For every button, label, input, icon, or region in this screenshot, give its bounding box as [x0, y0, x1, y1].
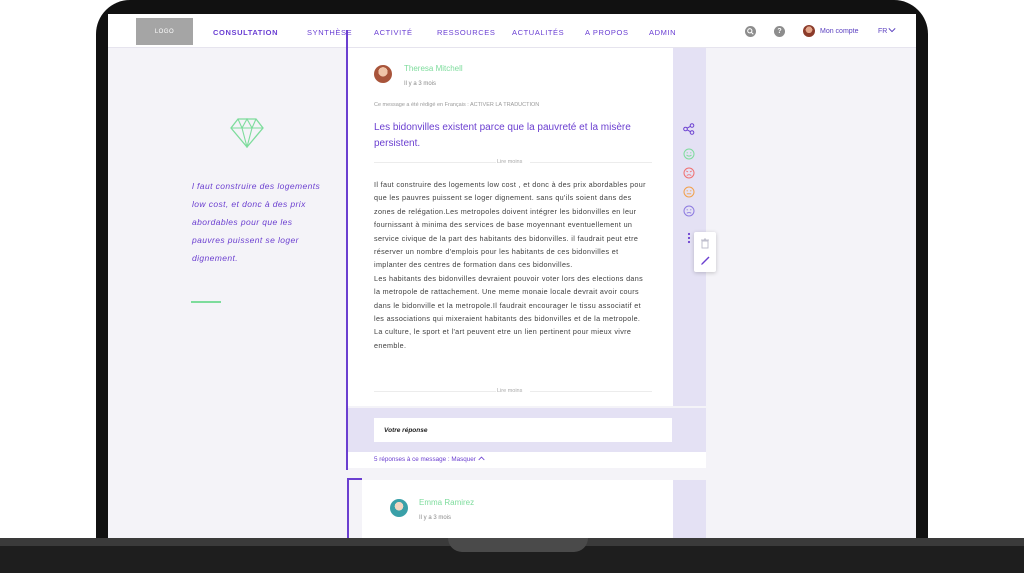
message-paragraph: Il faut construire des logements low cos… — [374, 180, 646, 270]
reply-input[interactable]: Votre réponse — [374, 418, 672, 442]
smile-green-icon[interactable] — [683, 148, 695, 160]
chevron-up-icon[interactable] — [478, 456, 485, 461]
replies-toggle[interactable]: 5 réponses à ce message : Masquer — [374, 456, 485, 463]
read-less-link[interactable]: Lire moins — [497, 388, 522, 394]
message-paragraph: Les habitants des bidonvilles devraient … — [374, 273, 644, 324]
message-body: Il faut construire des logements low cos… — [374, 178, 650, 352]
nav-activite[interactable]: ACTIVITÉ — [374, 28, 413, 37]
message-actions-panel — [673, 48, 706, 406]
nav-a-propos[interactable]: A PROPOS — [585, 28, 629, 37]
pencil-icon[interactable] — [700, 255, 711, 266]
reply-author[interactable]: Emma Ramirez — [419, 498, 474, 507]
replies-count: 5 réponses à ce message — [374, 456, 447, 463]
angry-red-icon[interactable] — [683, 167, 695, 179]
nav-consultation[interactable]: CONSULTATION — [213, 28, 278, 37]
divider — [374, 391, 496, 392]
language-selector[interactable]: FR — [878, 28, 887, 35]
reply-actions-panel — [673, 480, 706, 540]
chevron-down-icon[interactable] — [888, 26, 896, 36]
message-author[interactable]: Theresa Mitchell — [404, 64, 463, 73]
reply-time: Il y a 3 mois — [419, 515, 452, 521]
divider — [374, 162, 496, 163]
sad-purple-icon[interactable] — [683, 205, 695, 217]
top-navbar: LOGO CONSULTATION SYNTHÈSE ACTIVITÉ RESS… — [108, 14, 916, 48]
trash-icon[interactable] — [700, 238, 710, 249]
neutral-orange-icon[interactable] — [683, 186, 695, 198]
divider — [530, 391, 652, 392]
avatar[interactable] — [390, 499, 408, 517]
translation-note[interactable]: Ce message a été rédigé en Français : AC… — [374, 102, 539, 108]
nav-actualites[interactable]: ACTUALITÉS — [512, 28, 564, 37]
message-title: Les bidonvilles existent parce que la pa… — [374, 122, 631, 149]
nav-ressources[interactable]: RESSOURCES — [437, 28, 496, 37]
read-less-link[interactable]: Lire moins — [497, 159, 522, 165]
divider — [530, 162, 652, 163]
reply-card — [362, 480, 673, 540]
diamond-icon — [230, 118, 264, 148]
help-icon[interactable]: ? — [774, 26, 785, 37]
hide-replies-link[interactable]: Masquer — [451, 456, 476, 463]
avatar[interactable] — [803, 25, 815, 37]
pull-quote: l faut construire des logements low cost… — [192, 181, 321, 263]
thread-branch — [349, 478, 362, 480]
thread-line — [347, 478, 349, 540]
quote-divider — [191, 301, 221, 303]
message-time: Il y a 3 mois — [404, 81, 437, 87]
replies-separator: : — [447, 456, 450, 463]
laptop-base — [0, 538, 1024, 573]
laptop-notch — [448, 538, 588, 552]
nav-admin[interactable]: ADMIN — [649, 28, 676, 37]
logo[interactable]: LOGO — [136, 18, 193, 45]
avatar[interactable] — [374, 65, 392, 83]
app-screen: LOGO CONSULTATION SYNTHÈSE ACTIVITÉ RESS… — [108, 14, 916, 540]
more-dots-icon[interactable] — [687, 232, 691, 244]
message-paragraph: La culture, le sport et l'art peuvent et… — [374, 327, 632, 350]
message-options-popover — [694, 232, 716, 272]
share-icon[interactable] — [683, 123, 695, 135]
account-menu[interactable]: Mon compte — [820, 28, 859, 35]
search-icon[interactable] — [745, 26, 756, 37]
